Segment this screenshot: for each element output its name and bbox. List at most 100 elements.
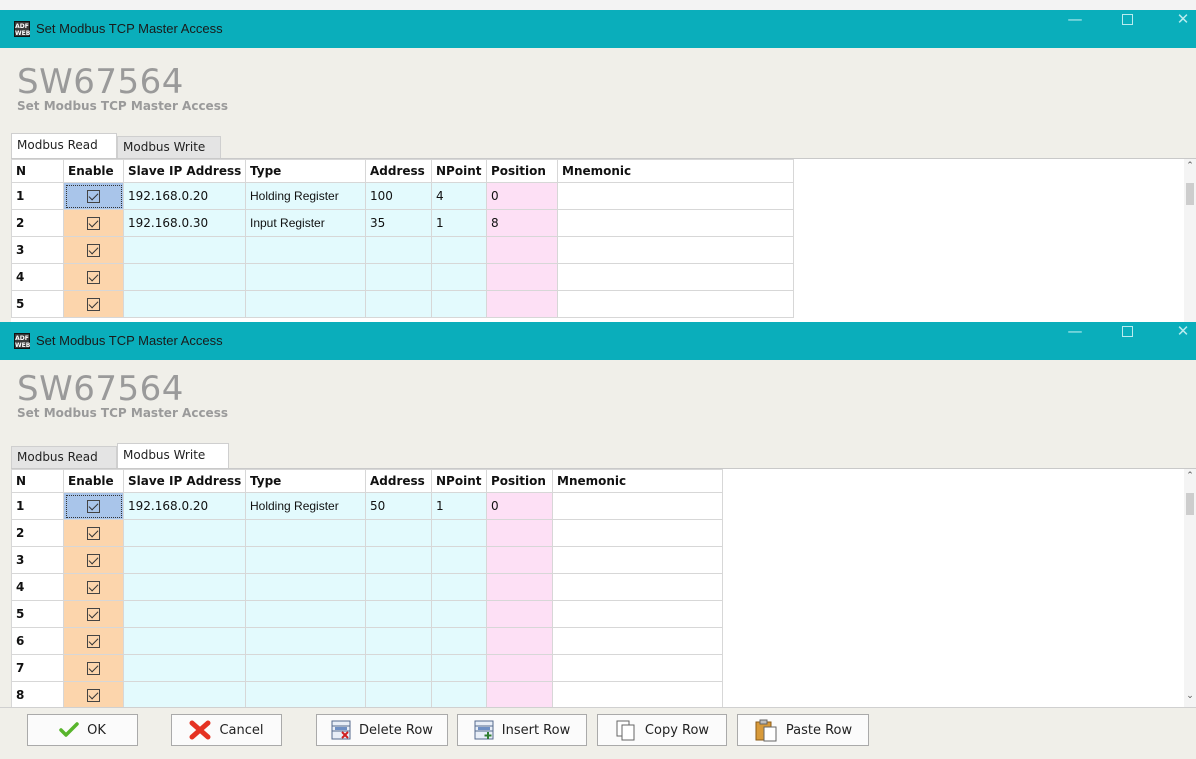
enable-checkbox[interactable] xyxy=(87,217,100,230)
slave-ip-cell[interactable]: 192.168.0.30 xyxy=(123,209,246,237)
npoint-cell[interactable] xyxy=(431,546,487,574)
table-row[interactable]: 6 xyxy=(11,627,723,655)
enable-cell[interactable] xyxy=(63,236,124,264)
enable-checkbox[interactable] xyxy=(87,608,100,621)
npoint-cell[interactable] xyxy=(431,600,487,628)
enable-cell[interactable] xyxy=(63,600,124,628)
slave-ip-cell[interactable] xyxy=(123,546,246,574)
enable-cell[interactable] xyxy=(63,681,124,707)
type-cell[interactable]: Holding Register xyxy=(245,182,366,210)
enable-cell[interactable] xyxy=(63,290,124,318)
type-cell[interactable]: Holding Register xyxy=(245,492,366,520)
maximize-button[interactable] xyxy=(1104,322,1150,360)
enable-checkbox[interactable] xyxy=(87,662,100,675)
slave-ip-cell[interactable] xyxy=(123,681,246,707)
minimize-button[interactable]: — xyxy=(1052,322,1098,360)
mnemonic-cell[interactable] xyxy=(552,573,723,601)
col-header-position[interactable]: Position xyxy=(486,469,553,493)
mnemonic-cell[interactable] xyxy=(552,519,723,547)
delete-row-button[interactable]: Delete Row xyxy=(316,714,448,746)
maximize-button[interactable] xyxy=(1104,10,1150,48)
paste-row-button[interactable]: Paste Row xyxy=(737,714,869,746)
address-cell[interactable]: 50 xyxy=(365,492,432,520)
mnemonic-cell[interactable] xyxy=(557,182,794,210)
address-cell[interactable] xyxy=(365,290,432,318)
position-cell[interactable]: 0 xyxy=(486,492,553,520)
position-cell[interactable] xyxy=(486,546,553,574)
address-cell[interactable] xyxy=(365,681,432,707)
type-cell[interactable]: Input Register xyxy=(245,209,366,237)
mnemonic-cell[interactable] xyxy=(557,236,794,264)
type-cell[interactable] xyxy=(245,654,366,682)
slave-ip-cell[interactable] xyxy=(123,600,246,628)
slave-ip-cell[interactable] xyxy=(123,263,246,291)
enable-checkbox[interactable] xyxy=(87,635,100,648)
npoint-cell[interactable]: 1 xyxy=(431,492,487,520)
slave-ip-cell[interactable] xyxy=(123,627,246,655)
mnemonic-cell[interactable] xyxy=(557,209,794,237)
scroll-thumb[interactable] xyxy=(1186,183,1194,205)
col-header-slave-ip[interactable]: Slave IP Address xyxy=(123,159,246,183)
tab-modbus-write[interactable]: Modbus Write xyxy=(117,136,221,158)
title-bar[interactable]: ADF WEB Set Modbus TCP Master Access — ✕ xyxy=(0,322,1196,360)
type-cell[interactable] xyxy=(245,600,366,628)
position-cell[interactable] xyxy=(486,236,558,264)
mnemonic-cell[interactable] xyxy=(552,600,723,628)
table-row[interactable]: 2 192.168.0.30 Input Register 35 1 8 xyxy=(11,209,794,237)
col-header-npoint[interactable]: NPoint xyxy=(431,159,487,183)
position-cell[interactable] xyxy=(486,573,553,601)
col-header-mnemonic[interactable]: Mnemonic xyxy=(552,469,723,493)
table-row[interactable]: 4 xyxy=(11,573,723,601)
vertical-scrollbar[interactable]: ⌃ ⌄ xyxy=(1184,469,1196,707)
position-cell[interactable] xyxy=(486,290,558,318)
table-row[interactable]: 1 192.168.0.20 Holding Register 50 1 0 xyxy=(11,492,723,520)
table-row[interactable]: 5 xyxy=(11,600,723,628)
type-cell[interactable] xyxy=(245,290,366,318)
type-cell[interactable] xyxy=(245,263,366,291)
col-header-enable[interactable]: Enable xyxy=(63,159,124,183)
col-header-n[interactable]: N xyxy=(11,159,64,183)
scroll-up-icon[interactable]: ⌃ xyxy=(1184,471,1196,481)
type-cell[interactable] xyxy=(245,681,366,707)
table-row[interactable]: 3 xyxy=(11,236,794,264)
insert-row-button[interactable]: Insert Row xyxy=(457,714,587,746)
position-cell[interactable] xyxy=(486,519,553,547)
enable-cell[interactable] xyxy=(63,209,124,237)
tab-modbus-write[interactable]: Modbus Write xyxy=(117,443,229,468)
mnemonic-cell[interactable] xyxy=(552,627,723,655)
enable-cell[interactable] xyxy=(63,627,124,655)
address-cell[interactable] xyxy=(365,519,432,547)
npoint-cell[interactable] xyxy=(431,654,487,682)
scroll-up-icon[interactable]: ⌃ xyxy=(1184,161,1196,171)
table-row[interactable]: 4 xyxy=(11,263,794,291)
npoint-cell[interactable] xyxy=(431,263,487,291)
slave-ip-cell[interactable] xyxy=(123,236,246,264)
enable-cell[interactable] xyxy=(63,263,124,291)
table-row[interactable]: 2 xyxy=(11,519,723,547)
slave-ip-cell[interactable] xyxy=(123,654,246,682)
enable-cell[interactable] xyxy=(63,519,124,547)
slave-ip-cell[interactable] xyxy=(123,290,246,318)
enable-cell[interactable] xyxy=(63,573,124,601)
position-cell[interactable]: 0 xyxy=(486,182,558,210)
col-header-mnemonic[interactable]: Mnemonic xyxy=(557,159,794,183)
col-header-enable[interactable]: Enable xyxy=(63,469,124,493)
mnemonic-cell[interactable] xyxy=(557,290,794,318)
address-cell[interactable] xyxy=(365,263,432,291)
mnemonic-cell[interactable] xyxy=(552,681,723,707)
col-header-type[interactable]: Type xyxy=(245,469,366,493)
enable-checkbox[interactable] xyxy=(87,554,100,567)
col-header-address[interactable]: Address xyxy=(365,159,432,183)
type-cell[interactable] xyxy=(245,519,366,547)
scroll-down-icon[interactable]: ⌄ xyxy=(1184,691,1196,701)
table-row[interactable]: 7 xyxy=(11,654,723,682)
slave-ip-cell[interactable] xyxy=(123,519,246,547)
table-row[interactable]: 5 xyxy=(11,290,794,318)
type-cell[interactable] xyxy=(245,236,366,264)
address-cell[interactable] xyxy=(365,573,432,601)
enable-checkbox[interactable] xyxy=(87,244,100,257)
scroll-thumb[interactable] xyxy=(1186,493,1194,515)
npoint-cell[interactable] xyxy=(431,627,487,655)
address-cell[interactable]: 35 xyxy=(365,209,432,237)
slave-ip-cell[interactable]: 192.168.0.20 xyxy=(123,182,246,210)
